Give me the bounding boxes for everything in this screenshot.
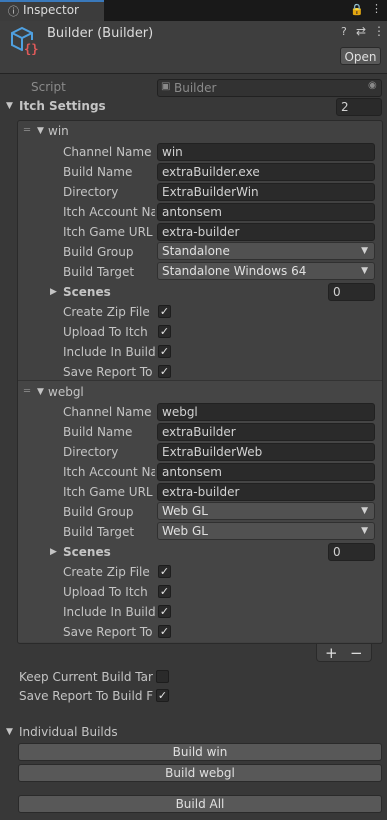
win-foldout-icon[interactable]: ▼ (37, 126, 44, 136)
save-report-folder-checkbox[interactable]: ✓ (156, 689, 169, 702)
individual-builds-label[interactable]: Individual Builds (19, 725, 118, 739)
keep-current-checkbox[interactable] (156, 670, 169, 683)
win-build-target-value: Standalone Windows 64 (162, 264, 307, 278)
lock-icon[interactable]: 🔒 (350, 3, 364, 16)
win-build-name-field[interactable]: extraBuilder.exe (157, 163, 375, 181)
win-scenes-size-field[interactable]: 0 (328, 283, 375, 301)
win-create-zip-label: Create Zip File (63, 305, 150, 319)
win-include-label: Include In Build (63, 345, 155, 359)
win-directory-label: Directory (63, 185, 119, 199)
win-build-target-dropdown[interactable]: Standalone Windows 64 ▼ (157, 262, 375, 280)
webgl-channel-name-label: Channel Name (63, 405, 152, 419)
webgl-directory-field[interactable]: ExtraBuilderWeb (157, 443, 375, 461)
webgl-upload-label: Upload To Itch (63, 585, 148, 599)
webgl-scenes-foldout-icon[interactable]: ▶ (50, 547, 57, 557)
dropdown-arrow-icon: ▼ (361, 246, 368, 256)
webgl-itch-account-field[interactable]: antonsem (157, 463, 375, 481)
win-itch-account-field[interactable]: antonsem (157, 203, 375, 221)
tab-label: Inspector (23, 3, 79, 17)
save-report-folder-label: Save Report To Build Fo (19, 689, 153, 703)
remove-element-button[interactable]: − (350, 644, 363, 662)
win-directory-field[interactable]: ExtraBuilderWin (157, 183, 375, 201)
webgl-itch-account-label: Itch Account Nar (63, 465, 155, 479)
svg-text:{}: {} (24, 42, 38, 56)
build-webgl-button[interactable]: Build webgl (18, 764, 382, 782)
win-element-label[interactable]: win (48, 124, 69, 138)
win-create-zip-checkbox[interactable]: ✓ (158, 305, 171, 318)
webgl-build-group-value: Web GL (162, 504, 208, 518)
win-itch-game-url-label: Itch Game URL (63, 225, 153, 239)
win-build-target-label: Build Target (63, 265, 135, 279)
object-picker-icon[interactable]: ◉ (368, 80, 377, 91)
list-element-divider (18, 380, 382, 381)
webgl-upload-checkbox[interactable]: ✓ (158, 585, 171, 598)
win-save-report-checkbox[interactable]: ✓ (158, 365, 171, 378)
webgl-build-name-field[interactable]: extraBuilder (157, 423, 375, 441)
itch-settings-label[interactable]: Itch Settings (19, 99, 106, 113)
itch-settings-foldout-icon[interactable]: ▼ (6, 101, 13, 111)
dropdown-arrow-icon: ▼ (361, 526, 368, 536)
win-upload-checkbox[interactable]: ✓ (158, 325, 171, 338)
win-upload-label: Upload To Itch (63, 325, 148, 339)
win-build-name-label: Build Name (63, 165, 133, 179)
webgl-scenes-label[interactable]: Scenes (63, 545, 111, 559)
script-label: Script (31, 80, 66, 94)
help-icon[interactable]: ? (341, 25, 347, 38)
open-button[interactable]: Open (340, 47, 381, 65)
win-build-group-label: Build Group (63, 245, 134, 259)
info-icon: ⓘ (8, 5, 19, 18)
win-itch-account-label: Itch Account Nar (63, 205, 155, 219)
webgl-include-label: Include In Build (63, 605, 155, 619)
more-menu-icon[interactable]: ⋮ (371, 2, 382, 15)
webgl-create-zip-label: Create Zip File (63, 565, 150, 579)
individual-builds-foldout-icon[interactable]: ▼ (6, 727, 13, 737)
webgl-build-group-dropdown[interactable]: Web GL ▼ (157, 502, 375, 520)
win-channel-name-field[interactable]: win (157, 143, 375, 161)
script-component-icon: {} (11, 26, 38, 56)
webgl-save-report-label: Save Report To E (63, 625, 155, 639)
win-include-checkbox[interactable]: ✓ (158, 345, 171, 358)
webgl-build-group-label: Build Group (63, 505, 134, 519)
preset-icon[interactable]: ⇄ (356, 24, 366, 38)
webgl-build-target-value: Web GL (162, 524, 208, 538)
webgl-scenes-size-field[interactable]: 0 (328, 543, 375, 561)
dropdown-arrow-icon: ▼ (361, 266, 368, 276)
webgl-build-target-label: Build Target (63, 525, 135, 539)
webgl-build-target-dropdown[interactable]: Web GL ▼ (157, 522, 375, 540)
webgl-include-checkbox[interactable]: ✓ (158, 605, 171, 618)
script-value: Builder (174, 81, 217, 95)
webgl-create-zip-checkbox[interactable]: ✓ (158, 565, 171, 578)
webgl-build-name-label: Build Name (63, 425, 133, 439)
drag-handle-icon[interactable]: ═ (24, 125, 30, 136)
win-scenes-foldout-icon[interactable]: ▶ (50, 287, 57, 297)
win-build-group-dropdown[interactable]: Standalone ▼ (157, 242, 375, 260)
win-itch-game-url-field[interactable]: extra-builder (157, 223, 375, 241)
webgl-save-report-checkbox[interactable]: ✓ (158, 625, 171, 638)
win-save-report-label: Save Report To E (63, 365, 155, 379)
component-title: Builder (Builder) (47, 26, 154, 41)
webgl-element-label[interactable]: webgl (48, 385, 84, 399)
build-win-button[interactable]: Build win (18, 743, 382, 761)
script-file-icon: ▣ (161, 81, 171, 92)
win-channel-name-label: Channel Name (63, 145, 152, 159)
add-element-button[interactable]: + (325, 644, 338, 662)
header-divider (0, 73, 387, 74)
keep-current-label: Keep Current Build Targ (19, 670, 153, 684)
script-field: Builder (157, 79, 382, 97)
win-build-group-value: Standalone (162, 244, 230, 258)
context-menu-icon[interactable]: ⋮ (373, 24, 385, 38)
drag-handle-icon[interactable]: ═ (24, 386, 30, 397)
webgl-channel-name-field[interactable]: webgl (157, 403, 375, 421)
webgl-itch-game-url-field[interactable]: extra-builder (157, 483, 375, 501)
dropdown-arrow-icon: ▼ (361, 506, 368, 516)
build-all-button[interactable]: Build All (18, 795, 382, 813)
win-scenes-label[interactable]: Scenes (63, 285, 111, 299)
webgl-foldout-icon[interactable]: ▼ (37, 387, 44, 397)
webgl-directory-label: Directory (63, 445, 119, 459)
itch-settings-size-field[interactable]: 2 (336, 98, 382, 116)
webgl-itch-game-url-label: Itch Game URL (63, 485, 153, 499)
